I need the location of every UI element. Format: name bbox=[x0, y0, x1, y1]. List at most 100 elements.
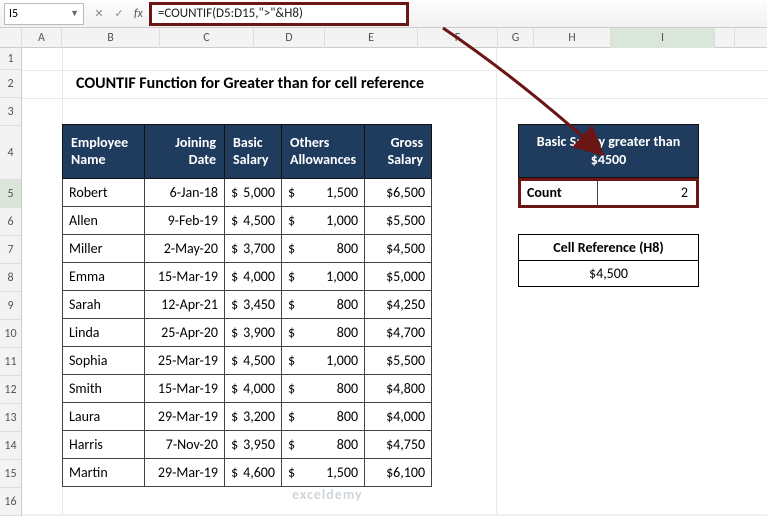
cell-date[interactable]: 15-Mar-19 bbox=[145, 263, 225, 291]
cell-name[interactable]: Smith bbox=[63, 375, 145, 403]
header-name[interactable]: Employee Name bbox=[63, 125, 145, 179]
row-11[interactable]: 11 bbox=[0, 348, 21, 376]
cell-allow[interactable]: $1,500 bbox=[282, 459, 365, 487]
table-row[interactable]: Sarah12-Apr-21$3,450$800$4,250 bbox=[63, 291, 432, 319]
cell-gross[interactable]: $5,000 bbox=[365, 263, 432, 291]
cell-gross[interactable]: $5,500 bbox=[365, 347, 432, 375]
row-5[interactable]: 5 bbox=[0, 180, 21, 208]
cell-allow[interactable]: $1,000 bbox=[282, 347, 365, 375]
cell-gross[interactable]: $5,500 bbox=[365, 207, 432, 235]
name-box[interactable]: I5 ▼ bbox=[4, 3, 84, 25]
chevron-down-icon[interactable]: ▼ bbox=[70, 8, 79, 19]
col-I[interactable]: I bbox=[611, 28, 715, 48]
cell-name[interactable]: Emma bbox=[63, 263, 145, 291]
row-13[interactable]: 13 bbox=[0, 404, 21, 432]
cell-date[interactable]: 29-Mar-19 bbox=[145, 403, 225, 431]
col-F[interactable]: F bbox=[418, 28, 498, 48]
cell-name[interactable]: Sarah bbox=[63, 291, 145, 319]
cell-date[interactable]: 7-Nov-20 bbox=[145, 431, 225, 459]
cell-date[interactable]: 2-May-20 bbox=[145, 235, 225, 263]
cellref-value[interactable]: $4,500 bbox=[518, 261, 699, 287]
cell-allow[interactable]: $800 bbox=[282, 319, 365, 347]
cell-salary[interactable]: $3,900 bbox=[225, 319, 282, 347]
cell-date[interactable]: 29-Mar-19 bbox=[145, 459, 225, 487]
row-14[interactable]: 14 bbox=[0, 432, 21, 460]
cell-gross[interactable]: $6,500 bbox=[365, 179, 432, 207]
row-10[interactable]: 10 bbox=[0, 320, 21, 348]
cell-allow[interactable]: $800 bbox=[282, 235, 365, 263]
cell-allow[interactable]: $1,000 bbox=[282, 207, 365, 235]
cell-name[interactable]: Allen bbox=[63, 207, 145, 235]
cell-salary[interactable]: $4,600 bbox=[225, 459, 282, 487]
table-row[interactable]: Martin29-Mar-19$4,600$1,500$6,100 bbox=[63, 459, 432, 487]
col-A[interactable]: A bbox=[22, 28, 62, 48]
cell-gross[interactable]: $4,800 bbox=[365, 375, 432, 403]
cell-date[interactable]: 12-Apr-21 bbox=[145, 291, 225, 319]
result-header[interactable]: Basic Salary greater than $4500 bbox=[518, 124, 699, 178]
row-7[interactable]: 7 bbox=[0, 236, 21, 264]
header-date[interactable]: Joining Date bbox=[145, 125, 225, 179]
col-H[interactable]: H bbox=[534, 28, 611, 48]
row-6[interactable]: 6 bbox=[0, 208, 21, 236]
cell-allow[interactable]: $1,000 bbox=[282, 263, 365, 291]
row-1[interactable]: 1 bbox=[0, 48, 21, 70]
table-row[interactable]: Sophia25-Mar-19$4,500$1,000$5,500 bbox=[63, 347, 432, 375]
cellref-header[interactable]: Cell Reference (H8) bbox=[518, 234, 699, 261]
cell-name[interactable]: Robert bbox=[63, 179, 145, 207]
cell-date[interactable]: 25-Apr-20 bbox=[145, 319, 225, 347]
table-row[interactable]: Laura29-Mar-19$3,200$800$4,000 bbox=[63, 403, 432, 431]
cell-gross[interactable]: $4,250 bbox=[365, 291, 432, 319]
header-gross[interactable]: Gross Salary bbox=[365, 125, 432, 179]
row-2[interactable]: 2 bbox=[0, 70, 21, 98]
cell-name[interactable]: Martin bbox=[63, 459, 145, 487]
row-15[interactable]: 15 bbox=[0, 460, 21, 488]
cell-name[interactable]: Laura bbox=[63, 403, 145, 431]
table-row[interactable]: Miller2-May-20$3,700$800$4,500 bbox=[63, 235, 432, 263]
cell-salary[interactable]: $3,200 bbox=[225, 403, 282, 431]
table-row[interactable]: Robert6-Jan-18$5,000$1,500$6,500 bbox=[63, 179, 432, 207]
cell-salary[interactable]: $5,000 bbox=[225, 179, 282, 207]
cell-gross[interactable]: $6,100 bbox=[365, 459, 432, 487]
col-C[interactable]: C bbox=[160, 28, 254, 48]
col-J[interactable] bbox=[715, 28, 735, 48]
row-12[interactable]: 12 bbox=[0, 376, 21, 404]
cell-date[interactable]: 9-Feb-19 bbox=[145, 207, 225, 235]
formula-bar[interactable]: =COUNTIF(D5:D15,">"&H8) bbox=[149, 2, 409, 26]
row-8[interactable]: 8 bbox=[0, 264, 21, 292]
col-B[interactable]: B bbox=[62, 28, 160, 48]
table-row[interactable]: Smith15-Mar-19$4,000$800$4,800 bbox=[63, 375, 432, 403]
row-3[interactable]: 3 bbox=[0, 98, 21, 126]
cell-salary[interactable]: $4,500 bbox=[225, 207, 282, 235]
cell-grid[interactable]: COUNTIF Function for Greater than for ce… bbox=[22, 48, 767, 514]
row-16[interactable]: 16 bbox=[0, 488, 21, 516]
cell-name[interactable]: Linda bbox=[63, 319, 145, 347]
cell-gross[interactable]: $4,000 bbox=[365, 403, 432, 431]
cancel-icon[interactable]: ✕ bbox=[90, 5, 108, 23]
cell-salary[interactable]: $4,000 bbox=[225, 375, 282, 403]
cell-allow[interactable]: $800 bbox=[282, 431, 365, 459]
cell-allow[interactable]: $1,500 bbox=[282, 179, 365, 207]
cell-salary[interactable]: $3,700 bbox=[225, 235, 282, 263]
cell-date[interactable]: 25-Mar-19 bbox=[145, 347, 225, 375]
cell-name[interactable]: Harris bbox=[63, 431, 145, 459]
header-allow[interactable]: Others Allowances bbox=[282, 125, 365, 179]
col-E[interactable]: E bbox=[325, 28, 418, 48]
table-row[interactable]: Emma15-Mar-19$4,000$1,000$5,000 bbox=[63, 263, 432, 291]
cell-allow[interactable]: $800 bbox=[282, 291, 365, 319]
cell-allow[interactable]: $800 bbox=[282, 403, 365, 431]
fx-icon[interactable]: fx bbox=[134, 7, 143, 21]
result-row[interactable]: Count 2 bbox=[518, 178, 699, 208]
cell-name[interactable]: Miller bbox=[63, 235, 145, 263]
cell-gross[interactable]: $4,500 bbox=[365, 235, 432, 263]
cell-salary[interactable]: $3,450 bbox=[225, 291, 282, 319]
cell-allow[interactable]: $800 bbox=[282, 375, 365, 403]
table-row[interactable]: Harris7-Nov-20$3,950$800$4,750 bbox=[63, 431, 432, 459]
cell-salary[interactable]: $4,000 bbox=[225, 263, 282, 291]
cell-gross[interactable]: $4,700 bbox=[365, 319, 432, 347]
row-4[interactable]: 4 bbox=[0, 126, 21, 180]
header-salary[interactable]: Basic Salary bbox=[225, 125, 282, 179]
select-all-corner[interactable] bbox=[0, 28, 22, 48]
col-G[interactable]: G bbox=[498, 28, 534, 48]
cell-gross[interactable]: $4,750 bbox=[365, 431, 432, 459]
enter-icon[interactable]: ✓ bbox=[110, 5, 128, 23]
